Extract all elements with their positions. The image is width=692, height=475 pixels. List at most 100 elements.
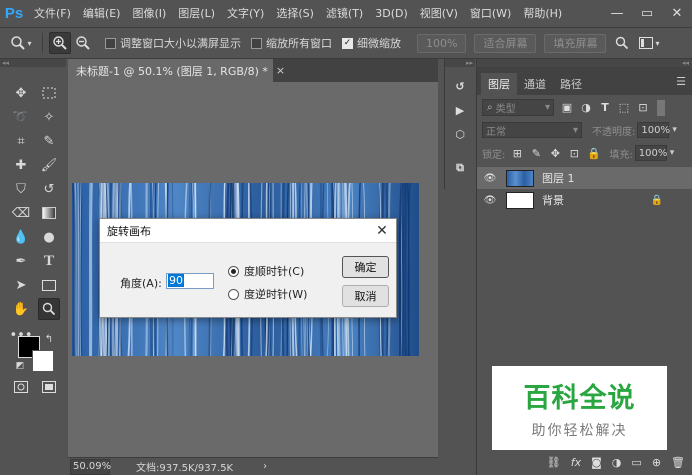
lock-position-icon[interactable]: ✥	[549, 147, 561, 160]
background-color-swatch[interactable]	[32, 350, 54, 372]
swap-colors-icon[interactable]: ↰	[42, 332, 56, 346]
layer-row-layer1[interactable]: 👁 图层 1	[477, 167, 692, 189]
lock-all-icon[interactable]: 🔒	[587, 147, 601, 160]
resize-windows-checkbox[interactable]: 调整窗口大小以满屏显示	[105, 35, 241, 51]
zoom-out-icon[interactable]	[71, 32, 95, 54]
brush-tool-icon[interactable]: 🖌	[38, 154, 60, 176]
zoom-all-checkbox[interactable]: 缩放所有窗口	[251, 35, 332, 51]
menu-help[interactable]: 帮助(H)	[517, 0, 568, 28]
healing-brush-tool-icon[interactable]: ✚	[10, 154, 32, 176]
zoom-tool-preset-icon[interactable]: ▾	[6, 32, 36, 54]
menu-type[interactable]: 文字(Y)	[221, 0, 270, 28]
workspace-icon[interactable]: ▾	[634, 32, 664, 54]
toolbar-collapse-strip[interactable]: ◂◂	[0, 59, 66, 67]
blur-tool-icon[interactable]: 💧	[10, 226, 32, 248]
lasso-tool-icon[interactable]: ➰	[10, 106, 32, 128]
actions-panel-icon[interactable]: ▶	[451, 101, 469, 119]
close-icon[interactable]: ✕	[662, 0, 692, 28]
add-mask-icon[interactable]: ◙	[591, 456, 602, 469]
cancel-button[interactable]: 取消	[342, 285, 389, 307]
lock-artboard-icon[interactable]: ⊡	[568, 147, 580, 160]
magic-wand-tool-icon[interactable]: ✧	[38, 106, 60, 128]
filter-kind-select[interactable]: ⌕ 类型 ▾	[482, 99, 554, 116]
scrubby-zoom-checkbox[interactable]: ✓ 细微缩放	[342, 35, 401, 51]
menu-filter[interactable]: 滤镜(T)	[320, 0, 369, 28]
opacity-chevron-icon[interactable]: ▾	[672, 125, 677, 135]
filter-pixel-icon[interactable]: ▣	[561, 101, 573, 114]
path-selection-tool-icon[interactable]: ➤	[10, 274, 32, 296]
pen-tool-icon[interactable]: ✒	[10, 250, 32, 272]
menu-file[interactable]: 文件(F)	[28, 0, 77, 28]
menu-select[interactable]: 选择(S)	[270, 0, 320, 28]
properties-panel-icon[interactable]: ⧉	[451, 159, 469, 177]
opacity-field[interactable]: 100%	[637, 122, 670, 138]
link-layers-icon[interactable]: ⛓	[547, 456, 561, 469]
marquee-tool-icon[interactable]	[38, 82, 60, 104]
eyedropper-tool-icon[interactable]: ✎	[38, 130, 60, 152]
fill-screen-button[interactable]: 填充屏幕	[544, 33, 607, 53]
menu-image[interactable]: 图像(I)	[126, 0, 172, 28]
delete-layer-icon[interactable]: 🗑	[671, 456, 685, 469]
panel-strip[interactable]: ▸▸	[445, 59, 475, 67]
tab-paths[interactable]: 路径	[553, 73, 589, 95]
panel-strip[interactable]: ◂◂	[477, 59, 692, 67]
tab-channels[interactable]: 通道	[517, 73, 553, 95]
ok-button[interactable]: 确定	[342, 256, 389, 278]
dodge-tool-icon[interactable]: ●	[38, 226, 60, 248]
zoom-level-field[interactable]: 50.09%	[70, 458, 111, 475]
maximize-icon[interactable]: ▭	[632, 0, 662, 28]
zoom-tool-icon[interactable]	[38, 298, 60, 320]
clockwise-radio[interactable]: 度顺时针(C)	[228, 263, 304, 279]
panel-menu-icon[interactable]: ☰	[676, 75, 686, 88]
eraser-tool-icon[interactable]: ⌫	[10, 202, 32, 224]
fit-screen-button[interactable]: 适合屏幕	[474, 33, 537, 53]
filter-smart-object-icon[interactable]: ⊡	[637, 101, 649, 114]
clone-stamp-tool-icon[interactable]: ⛉	[10, 178, 32, 200]
document-tab[interactable]: 未标题-1 @ 50.1% (图层 1, RGB/8) * ×	[68, 59, 285, 82]
rectangle-tool-icon[interactable]	[38, 274, 60, 296]
history-brush-tool-icon[interactable]: ↺	[38, 178, 60, 200]
quick-mask-icon[interactable]	[10, 376, 32, 398]
menu-layer[interactable]: 图层(L)	[172, 0, 221, 28]
opacity-label: 不透明度:	[592, 126, 636, 138]
menu-view[interactable]: 视图(V)	[414, 0, 464, 28]
new-group-icon[interactable]: ▭	[631, 456, 641, 469]
filter-shape-icon[interactable]: ⬚	[618, 101, 630, 114]
layer-style-icon[interactable]: fx	[571, 456, 581, 469]
dialog-close-icon[interactable]: ✕	[368, 223, 396, 239]
move-tool-icon[interactable]: ✥	[10, 82, 32, 104]
tab-layers[interactable]: 图层	[481, 73, 517, 95]
menu-edit[interactable]: 编辑(E)	[77, 0, 127, 28]
minimize-icon[interactable]: —	[602, 0, 632, 28]
percent-100-button[interactable]: 100%	[417, 33, 467, 53]
filter-toggle[interactable]	[657, 99, 665, 116]
counterclockwise-radio[interactable]: 度逆时针(W)	[228, 286, 307, 302]
blend-mode-select[interactable]: 正常 ▾	[482, 122, 582, 138]
new-layer-icon[interactable]: ⊕	[652, 456, 661, 469]
3d-panel-icon[interactable]: ⬡	[451, 125, 469, 143]
type-tool-icon[interactable]: T	[38, 250, 60, 272]
lock-pixels-icon[interactable]: ✎	[530, 147, 542, 160]
angle-input[interactable]: 90	[166, 273, 214, 289]
screen-mode-icon[interactable]	[38, 376, 60, 398]
gradient-tool-icon[interactable]	[38, 202, 60, 224]
history-panel-icon[interactable]: ↺	[451, 77, 469, 95]
visibility-eye-icon[interactable]: 👁	[477, 173, 503, 184]
fill-field[interactable]: 100%	[634, 145, 667, 161]
default-colors-icon[interactable]: ◩	[14, 360, 26, 372]
filter-adjustment-icon[interactable]: ◑	[580, 101, 592, 114]
close-tab-icon[interactable]: ×	[276, 64, 285, 77]
adjustment-layer-icon[interactable]: ◑	[612, 456, 622, 469]
search-icon[interactable]	[610, 32, 634, 54]
layer-row-background[interactable]: 👁 背景 🔒	[477, 189, 692, 211]
lock-transparent-icon[interactable]: ⊞	[511, 147, 523, 160]
hand-tool-icon[interactable]: ✋	[10, 298, 32, 320]
zoom-in-icon[interactable]	[49, 32, 71, 54]
filter-type-icon[interactable]: T	[599, 101, 611, 114]
status-menu-arrow-icon[interactable]: ›	[263, 461, 267, 472]
visibility-eye-icon[interactable]: 👁	[477, 195, 503, 206]
fill-chevron-icon[interactable]: ▾	[670, 148, 675, 158]
menu-3d[interactable]: 3D(D)	[369, 0, 414, 28]
menu-window[interactable]: 窗口(W)	[464, 0, 517, 28]
crop-tool-icon[interactable]: ⌗	[10, 130, 32, 152]
